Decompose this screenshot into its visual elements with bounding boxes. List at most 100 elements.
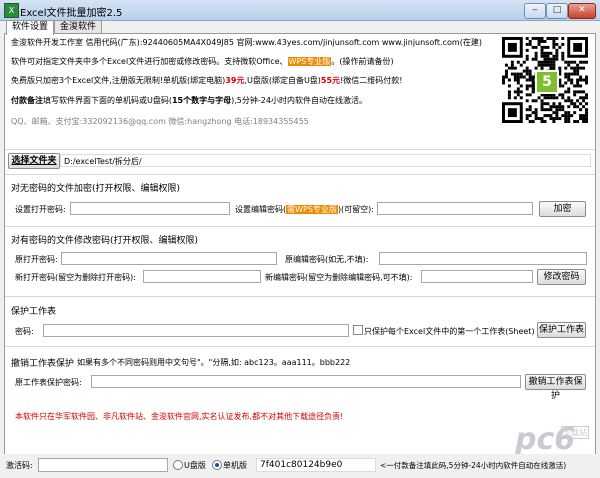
qr-module — [585, 96, 588, 100]
payment-note-chars: 15个数字与字母 — [171, 96, 232, 105]
qr-module — [546, 102, 550, 106]
qr-module — [561, 51, 565, 55]
qr-module — [543, 102, 547, 106]
qr-module — [561, 105, 565, 109]
qr-module — [513, 96, 517, 100]
qr-module — [573, 66, 577, 70]
qr-module — [540, 99, 544, 103]
qr-module — [555, 114, 559, 118]
qr-module — [570, 72, 574, 76]
unprotect-sheet-button[interactable]: 撤销工作表保护 — [525, 374, 586, 401]
qr-module — [546, 54, 550, 58]
minimize-button[interactable]: ‒ — [524, 3, 546, 19]
tab-settings[interactable]: 软件设置 — [6, 20, 54, 35]
qr-module — [525, 57, 529, 61]
wps-pro-tag: WPS专业版 — [287, 57, 332, 66]
qr-module — [510, 60, 514, 64]
unprotect-hint: 如果有多个不同密码则用中文句号"。"分隔,如: abc123。aaa111。bb… — [77, 358, 351, 367]
maximize-button[interactable]: □ — [546, 3, 568, 19]
open-password-input[interactable] — [70, 202, 230, 215]
wps-pro-required-tag: 需WPS专业版 — [286, 205, 338, 214]
close-button[interactable]: ✕ — [568, 3, 596, 19]
orig-edit-password-input[interactable] — [379, 252, 587, 265]
qr-module — [510, 72, 514, 76]
modify-password-button[interactable]: 修改密码 — [537, 269, 586, 285]
qr-module — [555, 42, 559, 46]
qr-module — [561, 42, 565, 46]
qr-module — [567, 72, 571, 76]
qr-module — [573, 120, 577, 123]
activation-code-input[interactable] — [38, 458, 168, 472]
qr-module — [528, 84, 532, 88]
qr-module — [579, 60, 583, 64]
qr-module — [546, 45, 550, 49]
qr-module — [564, 75, 568, 79]
qr-module — [570, 60, 574, 64]
orig-open-password-input[interactable] — [61, 252, 277, 265]
qr-module — [585, 78, 588, 82]
qr-module — [534, 117, 538, 121]
qr-module — [507, 66, 511, 70]
qr-module — [546, 114, 550, 118]
standalone-version-radio[interactable] — [212, 460, 222, 470]
qr-module — [516, 87, 520, 91]
qr-module — [549, 114, 553, 118]
qr-module — [546, 63, 550, 67]
machine-code-hint: <一付款备注填此码,5分钟-24小时内软件自动在线激活) — [380, 461, 567, 470]
qr-module — [516, 81, 520, 85]
qr-module — [567, 105, 571, 109]
qr-module — [576, 84, 580, 88]
qr-module — [531, 99, 535, 103]
qr-module — [561, 96, 565, 100]
qr-module — [543, 45, 547, 49]
window-title: Excel文件批量加密2.5 — [20, 8, 123, 19]
new-edit-password-input[interactable] — [421, 270, 533, 283]
qr-module — [561, 54, 565, 58]
qr-module — [507, 93, 511, 97]
qr-module — [579, 66, 583, 70]
new-edit-password-label: 新编辑密码(留空为删除编辑密码,可不填): — [265, 273, 413, 282]
qr-module — [549, 37, 553, 40]
qr-module — [573, 90, 577, 94]
qr-module — [540, 60, 544, 64]
qr-module — [555, 108, 559, 112]
orig-sheet-password-input[interactable] — [91, 375, 521, 388]
qr-module — [510, 66, 514, 70]
qr-module — [534, 111, 538, 115]
qr-module — [525, 87, 529, 91]
new-open-password-input[interactable] — [143, 270, 261, 283]
qr-module — [570, 78, 574, 82]
download-notice: 本软件只在华军软件园、非凡软件站、金浚软件官网,实名认证发布,都不对其他下载途径… — [15, 412, 344, 421]
app-icon: X — [4, 3, 19, 18]
qr-module — [519, 84, 523, 88]
usb-version-radio[interactable] — [173, 460, 183, 470]
sheet-password-input[interactable] — [43, 324, 349, 337]
tab-jinjun[interactable]: 金浚软件 — [54, 20, 102, 34]
qr-module — [513, 72, 517, 76]
qr-module — [558, 105, 562, 109]
qr-module — [549, 108, 553, 112]
payment-note-label: 付款备注 — [11, 96, 43, 105]
info-feature-line: 软件可对指定文件夹中多个Excel文件进行加密或修改密码。支持微软Office、… — [11, 56, 394, 67]
qr-module — [525, 78, 529, 82]
edit-password-input[interactable] — [377, 202, 533, 215]
qr-module — [585, 117, 588, 121]
qr-module — [558, 45, 562, 49]
select-folder-button[interactable]: 选择文件夹 — [8, 153, 60, 169]
qr-module — [564, 120, 568, 123]
folder-path-field[interactable]: D:/excelTest/拆分后/ — [60, 154, 591, 167]
qr-module — [516, 78, 520, 82]
first-sheet-only-checkbox[interactable] — [353, 325, 363, 335]
info-payment-line: 付款备注填写软件界面下面的单机码或U盘码(15个数字与字母),5分钟-24小时内… — [11, 95, 367, 106]
encrypt-button[interactable]: 加密 — [539, 201, 586, 217]
qr-module — [534, 57, 538, 61]
qr-module — [564, 60, 568, 64]
qr-module — [516, 60, 520, 64]
price-standalone: 39元 — [225, 76, 245, 85]
qr-module — [543, 39, 547, 43]
machine-code-field[interactable]: 7f401c80124b9e0 — [256, 458, 376, 472]
protect-sheet-button[interactable]: 保护工作表 — [537, 322, 586, 338]
payment-note-time: ),5分钟-24小时内软件自动在线激活。 — [231, 96, 367, 105]
protect-group-title: 保护工作表 — [11, 304, 60, 317]
qr-module — [525, 48, 529, 52]
